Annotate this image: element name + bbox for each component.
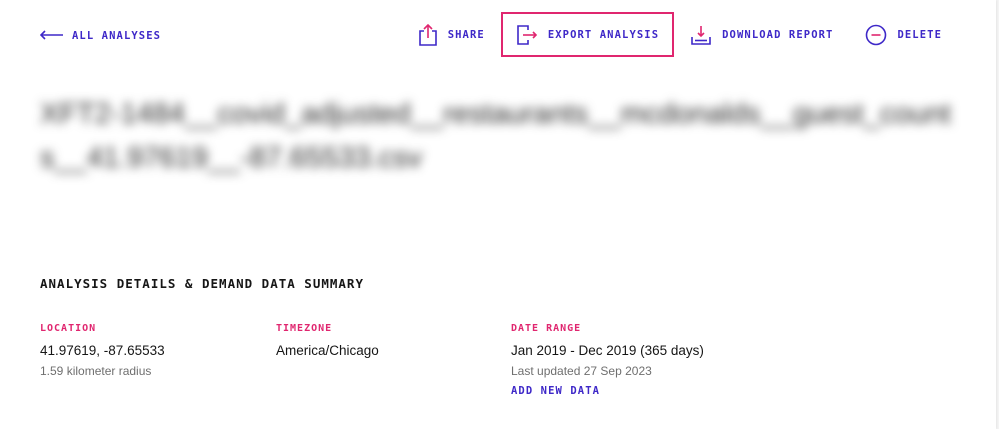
timezone-detail: TIMEZONE America/Chicago	[276, 323, 379, 364]
delete-label: DELETE	[897, 28, 942, 41]
export-label: EXPORT ANALYSIS	[547, 28, 660, 41]
location-value: 41.97619, -87.65533	[40, 343, 165, 358]
analysis-details-heading: ANALYSIS DETAILS & DEMAND DATA SUMMARY	[40, 276, 364, 291]
add-new-data-link[interactable]: ADD NEW DATA	[511, 385, 704, 397]
timezone-value: America/Chicago	[276, 343, 379, 358]
download-icon	[690, 25, 712, 45]
back-to-all-analyses-link[interactable]: ALL ANALYSES	[39, 27, 162, 45]
location-detail: LOCATION 41.97619, -87.65533 1.59 kilome…	[40, 323, 165, 378]
date-range-value: Jan 2019 - Dec 2019 (365 days)	[511, 343, 704, 358]
minus-circle-icon	[865, 24, 887, 46]
delete-button[interactable]: DELETE	[849, 12, 958, 57]
last-updated-text: Last updated 27 Sep 2023	[511, 364, 652, 378]
share-button[interactable]: SHARE	[402, 12, 501, 57]
date-range-label: DATE RANGE	[511, 323, 582, 334]
timezone-label: TIMEZONE	[276, 323, 333, 334]
export-analysis-button[interactable]: EXPORT ANALYSIS	[500, 12, 675, 57]
export-icon	[516, 24, 538, 45]
share-icon	[418, 23, 438, 46]
back-link-label: ALL ANALYSES	[72, 30, 162, 42]
arrow-left-icon	[39, 29, 64, 43]
action-bar: SHARE EXPORT ANALYSIS DOWNLOAD REPORT DE…	[402, 12, 958, 57]
date-range-detail: DATE RANGE Jan 2019 - Dec 2019 (365 days…	[511, 323, 704, 397]
location-label: LOCATION	[40, 323, 97, 334]
share-label: SHARE	[447, 28, 485, 41]
download-label: DOWNLOAD REPORT	[722, 28, 834, 41]
download-report-button[interactable]: DOWNLOAD REPORT	[674, 12, 849, 57]
location-radius: 1.59 kilometer radius	[40, 364, 152, 378]
analysis-card: ALL ANALYSES SHARE EXPORT ANALYSIS DOWNL…	[0, 0, 996, 429]
top-toolbar: ALL ANALYSES SHARE EXPORT ANALYSIS DOWNL…	[0, 0, 996, 72]
analysis-file-title: XFT2-1484__covid_adjusted__restaurants__…	[40, 98, 951, 174]
